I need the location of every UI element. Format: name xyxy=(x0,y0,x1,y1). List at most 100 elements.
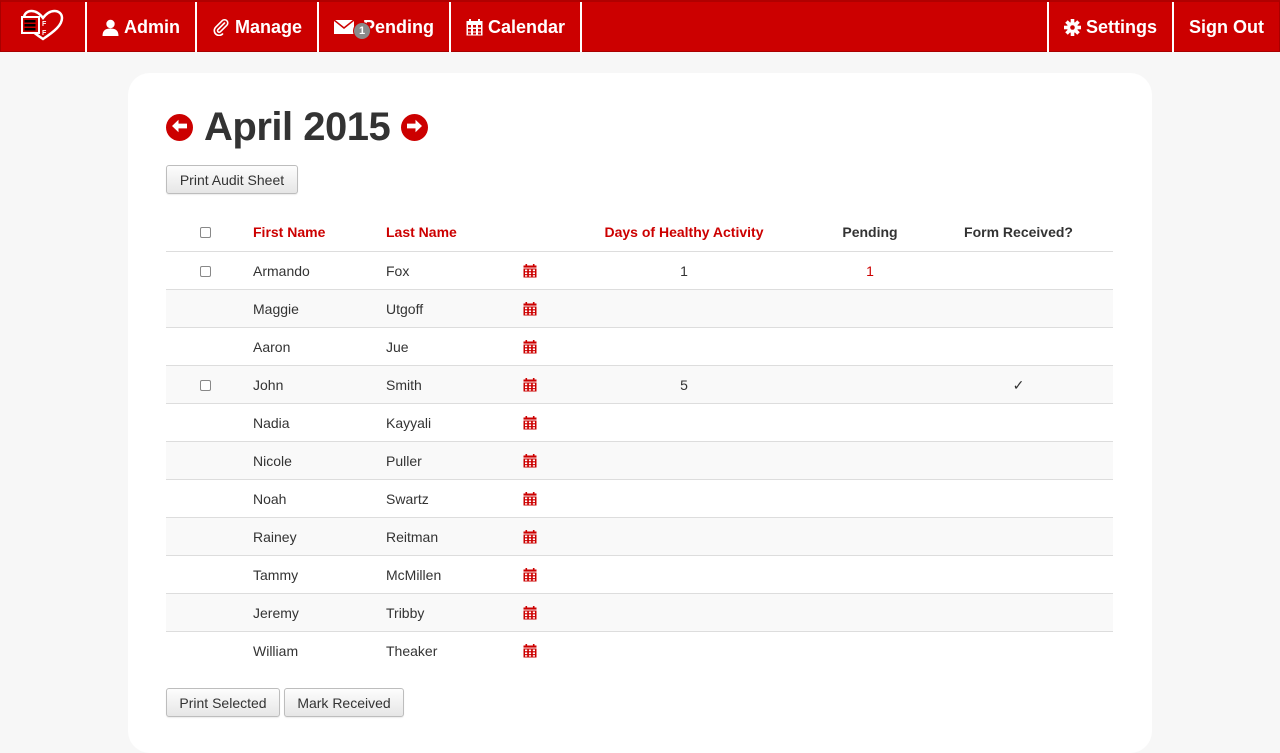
last-name-cell: Smith xyxy=(386,377,422,393)
print-audit-sheet-button[interactable]: Print Audit Sheet xyxy=(166,165,298,194)
first-name-cell: Nadia xyxy=(253,415,290,431)
table-row: William Theaker xyxy=(166,631,1113,669)
pending-cell xyxy=(826,556,914,594)
nav-calendar-label: Calendar xyxy=(488,16,566,37)
select-all-checkbox[interactable] xyxy=(199,226,211,238)
pending-cell xyxy=(826,442,914,480)
prev-month-button[interactable] xyxy=(166,114,193,141)
calendar-icon xyxy=(523,340,537,354)
days-activity-cell xyxy=(584,328,784,366)
nav-settings[interactable]: Settings xyxy=(1046,2,1172,52)
calendar-icon xyxy=(523,492,537,506)
row-select-checkbox[interactable] xyxy=(199,379,211,391)
nav-pending-label: Pending xyxy=(363,16,435,37)
form-received-cell xyxy=(946,594,1091,632)
days-activity-cell xyxy=(584,442,784,480)
days-activity-cell xyxy=(584,518,784,556)
form-received-header: Form Received? xyxy=(964,224,1073,240)
envelope-icon xyxy=(334,20,355,34)
first-name-cell: Nicole xyxy=(253,453,292,469)
print-selected-button[interactable]: Print Selected xyxy=(166,688,280,717)
days-activity-cell: 5 xyxy=(680,377,688,393)
activity-calendar-button[interactable] xyxy=(523,252,537,290)
select-all-cell xyxy=(199,213,211,251)
activity-calendar-button[interactable] xyxy=(523,404,537,442)
activity-calendar-button[interactable] xyxy=(523,290,537,328)
days-activity-cell xyxy=(584,480,784,518)
last-name-cell: McMillen xyxy=(386,567,442,583)
table-row: Armando Fox 1 1 xyxy=(166,251,1113,289)
calendar-icon xyxy=(523,416,537,430)
row-select-cell xyxy=(199,518,211,556)
nav-calendar[interactable]: Calendar xyxy=(451,2,583,52)
table-row: Nadia Kayyali xyxy=(166,403,1113,441)
last-name-cell: Swartz xyxy=(386,491,429,507)
first-name-cell: Rainey xyxy=(253,529,297,545)
row-select-cell xyxy=(199,328,211,366)
activity-calendar-button[interactable] xyxy=(523,328,537,366)
nav-sign-out[interactable]: Sign Out xyxy=(1172,2,1279,52)
activity-calendar-button[interactable] xyxy=(523,442,537,480)
calendar-icon xyxy=(523,606,537,620)
activity-calendar-button[interactable] xyxy=(523,556,537,594)
table-body: Armando Fox 1 1 Maggie Utgoff Aaron Jue John Smit… xyxy=(166,251,1113,669)
brand-logo[interactable]: F F xyxy=(1,2,87,52)
activity-calendar-button[interactable] xyxy=(523,632,537,670)
month-header: April 2015 xyxy=(166,105,429,150)
last-name-cell: Utgoff xyxy=(386,301,424,317)
row-select-checkbox[interactable] xyxy=(199,265,211,277)
last-name-cell: Fox xyxy=(386,263,410,279)
nav-pending[interactable]: 1 Pending xyxy=(319,2,452,52)
arrow-left-icon xyxy=(171,119,188,136)
pending-cell xyxy=(826,594,914,632)
main-panel: April 2015 Print Audit Sheet First Name … xyxy=(128,73,1152,753)
nav-admin[interactable]: Admin xyxy=(87,2,197,52)
first-name-header[interactable]: First Name xyxy=(253,213,325,251)
page-title: April 2015 xyxy=(204,105,391,149)
table-header-row: First Name Last Name Days of Healthy Act… xyxy=(166,213,1113,251)
form-received-cell xyxy=(946,518,1091,556)
days-activity-cell xyxy=(584,594,784,632)
first-name-cell: Jeremy xyxy=(253,605,299,621)
nav-manage-label: Manage xyxy=(235,16,303,37)
table-row: Jeremy Tribby xyxy=(166,593,1113,631)
form-received-cell xyxy=(946,480,1091,518)
first-name-cell: Aaron xyxy=(253,339,291,355)
next-month-button[interactable] xyxy=(401,114,429,141)
activity-calendar-button[interactable] xyxy=(523,366,537,404)
last-name-cell: Jue xyxy=(386,339,409,355)
days-activity-cell xyxy=(584,632,784,670)
bottom-actions: Print Selected Mark Received xyxy=(166,688,404,717)
table-row: Tammy McMillen xyxy=(166,555,1113,593)
row-select-cell xyxy=(199,404,211,442)
days-activity-cell: 1 xyxy=(680,263,688,279)
activity-calendar-button[interactable] xyxy=(523,518,537,556)
first-name-cell: William xyxy=(253,643,299,659)
form-received-cell xyxy=(946,290,1091,328)
row-select-cell xyxy=(199,556,211,594)
last-name-cell: Puller xyxy=(386,453,422,469)
days-activity-header[interactable]: Days of Healthy Activity xyxy=(584,213,784,251)
calendar-icon xyxy=(523,568,537,582)
form-received-cell: ✓ xyxy=(1012,376,1025,393)
calendar-icon xyxy=(523,264,537,278)
pending-header: Pending xyxy=(842,224,898,240)
mark-received-button[interactable]: Mark Received xyxy=(284,688,404,717)
calendar-icon xyxy=(523,378,537,392)
calendar-icon xyxy=(523,454,537,468)
days-activity-cell xyxy=(584,404,784,442)
row-select-cell xyxy=(199,594,211,632)
activity-calendar-button[interactable] xyxy=(523,480,537,518)
pending-cell xyxy=(826,480,914,518)
pending-cell[interactable]: 1 xyxy=(826,252,914,290)
pending-cell xyxy=(826,404,914,442)
last-name-header[interactable]: Last Name xyxy=(386,213,457,251)
first-name-cell: Maggie xyxy=(253,301,299,317)
activity-calendar-button[interactable] xyxy=(523,594,537,632)
table-row: Noah Swartz xyxy=(166,479,1113,517)
nav-manage[interactable]: Manage xyxy=(197,2,320,52)
first-name-cell: John xyxy=(253,377,284,393)
last-name-cell: Theaker xyxy=(386,643,438,659)
user-icon xyxy=(102,19,119,36)
pending-cell xyxy=(826,632,914,670)
